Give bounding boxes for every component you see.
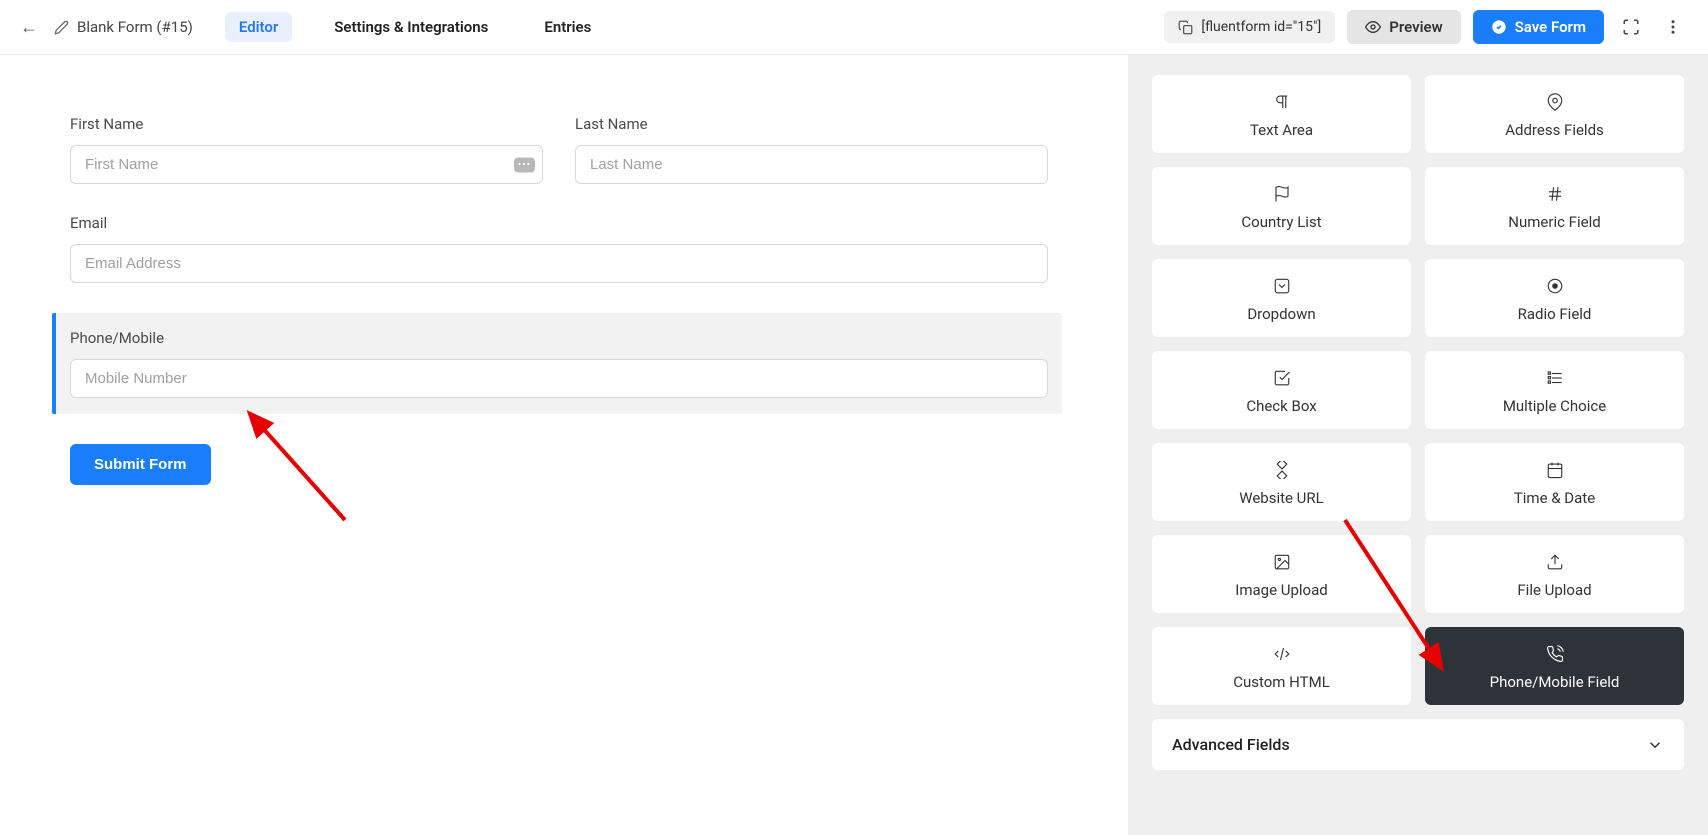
advanced-fields-toggle[interactable]: Advanced Fields <box>1152 719 1684 770</box>
field-label: Time & Date <box>1514 489 1595 507</box>
field-radio[interactable]: Radio Field <box>1425 259 1684 337</box>
phone-label: Phone/Mobile <box>70 329 1048 347</box>
field-label: Website URL <box>1239 489 1323 507</box>
preview-label: Preview <box>1389 18 1442 36</box>
field-label: Check Box <box>1246 397 1316 415</box>
annotation-arrow-left <box>245 410 365 530</box>
field-numeric[interactable]: Numeric Field <box>1425 167 1684 245</box>
back-arrow-icon[interactable]: ← <box>20 17 38 38</box>
form-title-wrap[interactable]: Blank Form (#15) <box>54 18 193 36</box>
field-website[interactable]: Website URL <box>1152 443 1411 521</box>
field-file-upload[interactable]: File Upload <box>1425 535 1684 613</box>
tabs: Editor Settings & Integrations Entries <box>225 12 605 42</box>
first-name-input[interactable] <box>70 145 543 184</box>
topbar: ← Blank Form (#15) Editor Settings & Int… <box>0 0 1708 55</box>
calendar-icon <box>1546 459 1564 481</box>
submit-button[interactable]: Submit Form <box>70 444 211 485</box>
field-checkbox[interactable]: Check Box <box>1152 351 1411 429</box>
field-label: Country List <box>1241 213 1321 231</box>
phone-input[interactable] <box>70 359 1048 398</box>
check-circle-icon <box>1491 19 1507 35</box>
copy-icon <box>1178 20 1193 35</box>
last-name-col: Last Name <box>575 115 1048 184</box>
first-name-col: First Name ••• <box>70 115 543 184</box>
more-vertical-icon[interactable] <box>1658 14 1688 40</box>
map-pin-icon <box>1546 91 1564 113</box>
field-label: Radio Field <box>1518 305 1592 323</box>
pencil-icon <box>54 20 69 35</box>
email-block[interactable]: Email <box>70 214 1048 283</box>
phone-block[interactable]: Phone/Mobile <box>52 313 1062 414</box>
input-options-icon[interactable]: ••• <box>514 157 535 172</box>
fields-sidebar: Text Area Address Fields Country List Nu… <box>1128 55 1708 835</box>
shortcode-box[interactable]: [fluentform id="15"] <box>1164 11 1335 43</box>
field-country[interactable]: Country List <box>1152 167 1411 245</box>
form-title: Blank Form (#15) <box>77 18 193 36</box>
shortcode-text: [fluentform id="15"] <box>1201 19 1321 35</box>
field-label: Phone/Mobile Field <box>1490 673 1620 691</box>
field-time-date[interactable]: Time & Date <box>1425 443 1684 521</box>
email-input[interactable] <box>70 244 1048 283</box>
topbar-left: ← Blank Form (#15) <box>20 17 193 38</box>
flag-icon <box>1273 183 1291 205</box>
field-label: Text Area <box>1250 121 1313 139</box>
tab-editor[interactable]: Editor <box>225 12 292 42</box>
phone-icon <box>1546 643 1564 665</box>
radio-icon <box>1546 275 1564 297</box>
eye-icon <box>1365 19 1381 35</box>
advanced-label: Advanced Fields <box>1172 735 1290 754</box>
link-icon <box>1273 459 1291 481</box>
checkbox-icon <box>1273 367 1291 389</box>
image-icon <box>1273 551 1291 573</box>
upload-icon <box>1546 551 1564 573</box>
save-label: Save Form <box>1515 18 1586 36</box>
last-name-input[interactable] <box>575 145 1048 184</box>
paragraph-icon <box>1273 91 1291 113</box>
field-phone-mobile[interactable]: Phone/Mobile Field <box>1425 627 1684 705</box>
name-row: First Name ••• Last Name <box>70 115 1048 184</box>
field-label: Image Upload <box>1235 581 1327 599</box>
field-text-area[interactable]: Text Area <box>1152 75 1411 153</box>
expand-icon[interactable] <box>1616 14 1646 40</box>
field-image-upload[interactable]: Image Upload <box>1152 535 1411 613</box>
save-button[interactable]: Save Form <box>1473 10 1604 44</box>
field-label: Multiple Choice <box>1503 397 1606 415</box>
list-icon <box>1546 367 1564 389</box>
field-custom-html[interactable]: Custom HTML <box>1152 627 1411 705</box>
chevron-down-box-icon <box>1273 275 1291 297</box>
field-label: File Upload <box>1517 581 1591 599</box>
field-multiple-choice[interactable]: Multiple Choice <box>1425 351 1684 429</box>
field-address[interactable]: Address Fields <box>1425 75 1684 153</box>
form-canvas: First Name ••• Last Name Email Phone/Mob… <box>0 55 1128 835</box>
tab-entries[interactable]: Entries <box>530 12 605 42</box>
last-name-label: Last Name <box>575 115 1048 133</box>
first-name-wrap: ••• <box>70 145 543 184</box>
field-dropdown[interactable]: Dropdown <box>1152 259 1411 337</box>
preview-button[interactable]: Preview <box>1347 10 1460 44</box>
field-label: Custom HTML <box>1233 673 1330 691</box>
main-layout: First Name ••• Last Name Email Phone/Mob… <box>0 55 1708 835</box>
chevron-down-icon <box>1646 736 1664 754</box>
email-label: Email <box>70 214 1048 232</box>
field-label: Dropdown <box>1247 305 1315 323</box>
field-label: Numeric Field <box>1508 213 1600 231</box>
field-grid: Text Area Address Fields Country List Nu… <box>1152 75 1684 705</box>
field-label: Address Fields <box>1505 121 1604 139</box>
first-name-label: First Name <box>70 115 543 133</box>
hash-icon <box>1546 183 1564 205</box>
code-icon <box>1272 643 1292 665</box>
topbar-right: [fluentform id="15"] Preview Save Form <box>1164 10 1688 44</box>
tab-settings[interactable]: Settings & Integrations <box>320 12 502 42</box>
